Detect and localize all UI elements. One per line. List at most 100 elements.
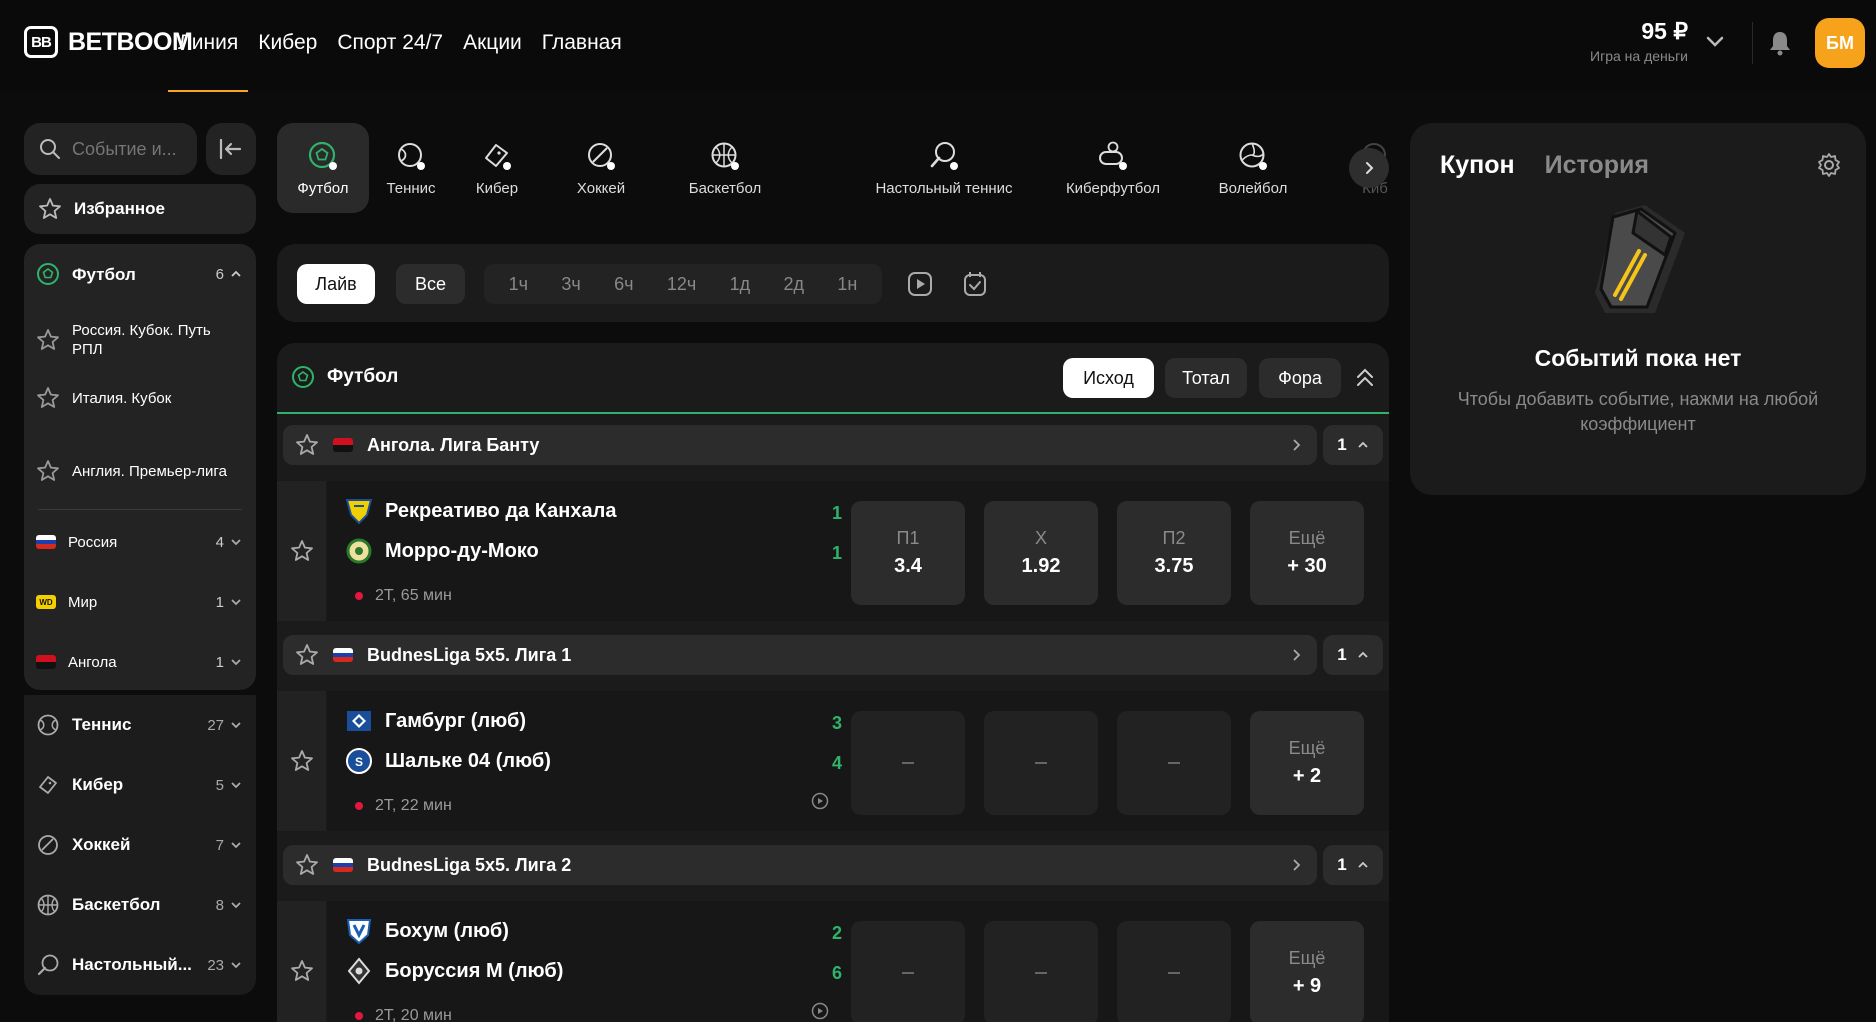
sidebar-item-table-tennis[interactable]: Настольный... 23 — [24, 945, 256, 985]
star-icon[interactable] — [290, 749, 314, 773]
sidebar-item-football[interactable]: Футбол 6 — [24, 262, 256, 286]
more-label: Ещё — [1288, 528, 1326, 548]
tab-cyber-football[interactable]: Киберфутбол — [1048, 123, 1178, 213]
star-icon[interactable] — [295, 853, 319, 877]
sidebar-league-italy-cup[interactable]: Италия. Кубок — [24, 386, 256, 410]
sidebar-country-angola[interactable]: Ангола 1 — [24, 650, 256, 674]
star-icon[interactable] — [290, 539, 314, 563]
home-team: Гамбург (люб) — [345, 707, 526, 735]
collapse-sidebar-button[interactable] — [206, 123, 256, 175]
tab-volleyball[interactable]: Волейбол — [1197, 123, 1309, 213]
gear-icon[interactable] — [1816, 152, 1842, 178]
market-total-button[interactable]: Тотал — [1165, 358, 1247, 398]
match-favorite[interactable] — [277, 691, 326, 831]
star-icon[interactable] — [36, 386, 60, 410]
team-crest-icon — [345, 497, 373, 525]
tab-basketball[interactable]: Баскетбол — [665, 123, 785, 213]
sidebar-item-tennis[interactable]: Теннис 27 — [24, 705, 256, 745]
league-bar[interactable]: Ангола. Лига Банту — [283, 425, 1317, 465]
sidebar-item-label: Теннис — [72, 715, 132, 734]
sidebar-item-hockey[interactable]: Хоккей 7 — [24, 825, 256, 865]
bell-icon[interactable] — [1768, 30, 1792, 56]
video-filter-icon[interactable] — [907, 271, 933, 297]
nav-promos[interactable]: Акции — [453, 0, 532, 92]
period-12h[interactable]: 12ч — [667, 274, 696, 295]
league-count: 1 — [1337, 855, 1347, 874]
filter-live-button[interactable]: Лайв — [297, 264, 375, 304]
match-row[interactable]: Бохум (люб) Боруссия М (люб) 2 6 2Т, 20 … — [277, 901, 1389, 1022]
home-score: 1 — [831, 503, 842, 523]
period-1d[interactable]: 1д — [730, 274, 751, 295]
match-favorite[interactable] — [277, 481, 326, 621]
tab-hockey[interactable]: Хоккей — [554, 123, 648, 213]
league-count: 1 — [1337, 435, 1347, 454]
sidebar-item-label: Футбол — [72, 264, 136, 284]
period-3h[interactable]: 3ч — [561, 274, 580, 295]
calendar-check-icon[interactable] — [963, 271, 987, 297]
tab-history[interactable]: История — [1545, 151, 1649, 180]
tab-cyber[interactable]: Кибер — [452, 123, 542, 213]
sidebar-country-russia[interactable]: Россия 4 — [24, 530, 256, 554]
star-icon[interactable] — [36, 459, 60, 483]
search-box[interactable] — [24, 123, 197, 175]
nav-home[interactable]: Главная — [532, 0, 632, 92]
more-markets-button[interactable]: Ещё + 30 — [1250, 501, 1364, 605]
match-row[interactable]: Рекреативо да Канхала Морро-ду-Моко 1 1 … — [277, 481, 1389, 621]
period-6h[interactable]: 6ч — [614, 274, 633, 295]
more-markets-button[interactable]: Ещё + 2 — [1250, 711, 1364, 815]
sidebar-league-epl[interactable]: Англия. Премьер-лига — [24, 449, 256, 493]
video-icon[interactable] — [811, 792, 829, 810]
favorites-item[interactable]: Избранное — [24, 184, 256, 234]
odd-label: П2 — [1162, 528, 1186, 548]
odd-p1-button[interactable]: П1 3.4 — [851, 501, 965, 605]
sidebar-item-cyber[interactable]: Кибер 5 — [24, 765, 256, 805]
match-favorite[interactable] — [277, 901, 326, 1022]
more-markets-button[interactable]: Ещё + 9 — [1250, 921, 1364, 1022]
balance-widget[interactable]: 95 ₽ Игра на деньги — [1578, 18, 1688, 64]
odd-value: 1.92 — [1021, 555, 1061, 577]
chevron-right-icon — [1291, 648, 1303, 662]
league-bar[interactable]: BudnesLiga 5x5. Лига 2 — [283, 845, 1317, 885]
sidebar-league-russia-cup[interactable]: Россия. Кубок. Путь РПЛ — [24, 318, 256, 362]
period-2d[interactable]: 2д — [783, 274, 804, 295]
sidebar-item-count: 27 — [207, 716, 224, 734]
odd-p2-button[interactable]: П2 3.75 — [1117, 501, 1231, 605]
chevron-up-icon — [230, 268, 242, 280]
sidebar-country-world[interactable]: WD Мир 1 — [24, 590, 256, 614]
avatar[interactable]: БМ — [1815, 18, 1865, 68]
tab-table-tennis[interactable]: Настольный теннис — [864, 123, 1024, 213]
market-handicap-button[interactable]: Фора — [1259, 358, 1341, 398]
league-bar[interactable]: BudnesLiga 5x5. Лига 1 — [283, 635, 1317, 675]
sidebar-item-label: Баскетбол — [72, 895, 161, 914]
star-icon[interactable] — [290, 959, 314, 983]
filter-all-button[interactable]: Все — [396, 264, 465, 304]
sidebar-country-label: Мир — [68, 593, 98, 611]
star-icon[interactable] — [295, 643, 319, 667]
search-input[interactable] — [72, 138, 182, 160]
league-count-toggle[interactable]: 1 — [1323, 635, 1383, 675]
more-value: + 9 — [1292, 975, 1322, 997]
market-outcome-button[interactable]: Исход — [1063, 358, 1154, 398]
period-1w[interactable]: 1н — [837, 274, 857, 295]
sidebar-item-count: 7 — [215, 836, 224, 854]
period-1h[interactable]: 1ч — [509, 274, 528, 295]
sidebar-item-basketball[interactable]: Баскетбол 8 — [24, 885, 256, 925]
sport-tabs: Футбол Теннис Кибер Хоккей Баскетбол Нас… — [277, 123, 1389, 213]
sidebar-league-label: Россия. Кубок. Путь РПЛ — [72, 322, 211, 358]
odd-x-button[interactable]: Х 1.92 — [984, 501, 1098, 605]
nav-cyber[interactable]: Кибер — [248, 0, 327, 92]
nav-line[interactable]: Линия — [168, 0, 249, 92]
match-row[interactable]: Гамбург (люб) S Шальке 04 (люб) 3 4 2Т, … — [277, 691, 1389, 831]
nav-sport-247[interactable]: Спорт 24/7 — [327, 0, 453, 92]
league-count-toggle[interactable]: 1 — [1323, 425, 1383, 465]
chevron-down-icon[interactable] — [1704, 30, 1726, 52]
video-icon[interactable] — [811, 1002, 829, 1020]
tab-coupon[interactable]: Купон — [1440, 151, 1515, 180]
dash — [902, 972, 914, 974]
tabs-next-button[interactable] — [1349, 148, 1389, 188]
star-icon[interactable] — [36, 328, 60, 352]
league-count-toggle[interactable]: 1 — [1323, 845, 1383, 885]
tab-label: Кибер — [475, 179, 519, 197]
star-icon[interactable] — [295, 433, 319, 457]
collapse-all-icon[interactable] — [1355, 367, 1375, 389]
